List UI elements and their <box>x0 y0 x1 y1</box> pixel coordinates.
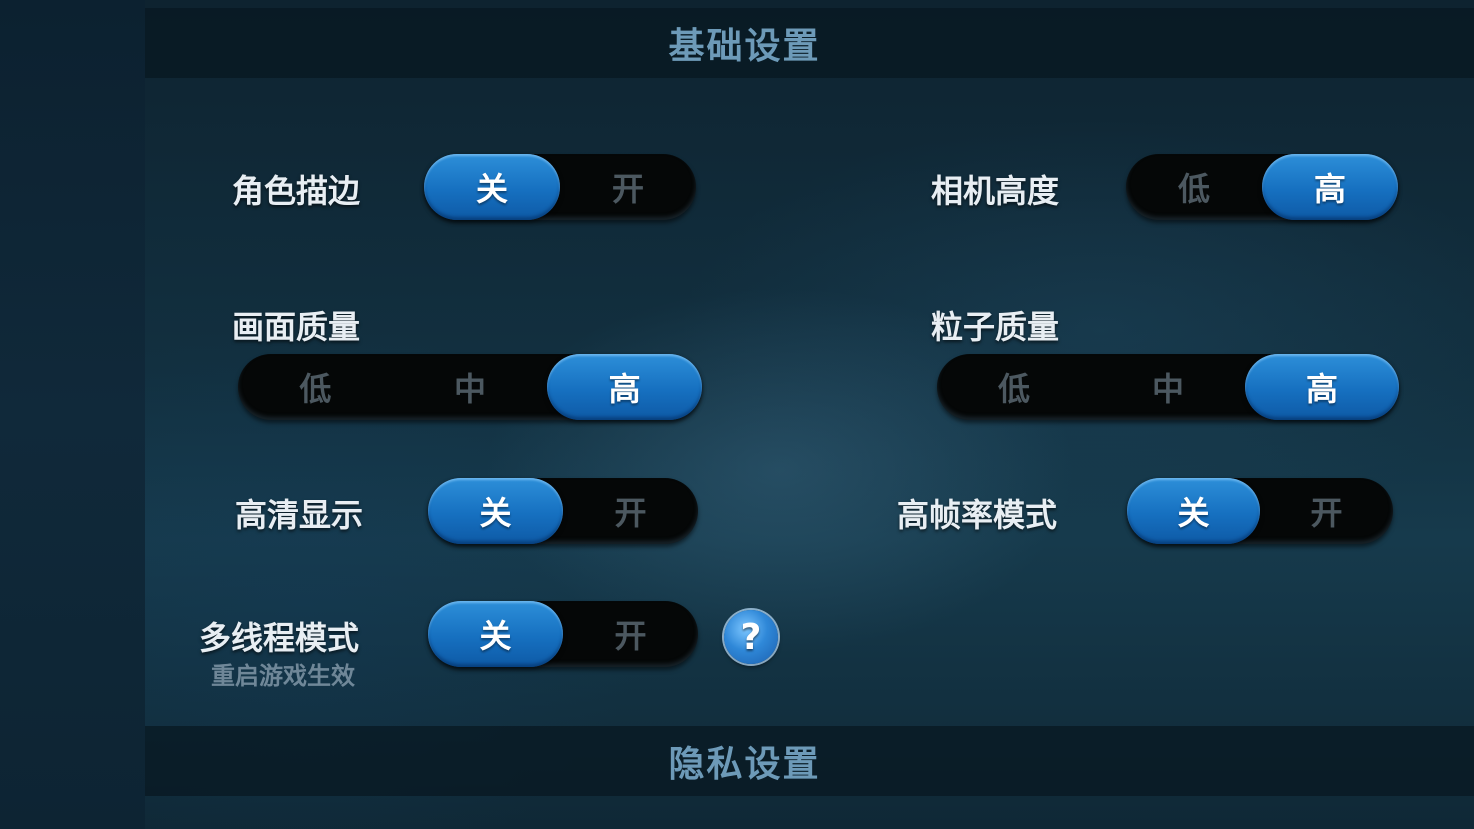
high-framerate-off-option[interactable]: 关 <box>1127 478 1260 544</box>
hd-display-toggle[interactable]: 关 开 <box>428 478 698 544</box>
graphics-quality-mid-option[interactable]: 中 <box>393 354 548 420</box>
multithread-toggle[interactable]: 关 开 <box>428 601 698 667</box>
graphics-quality-selector[interactable]: 低 中 高 <box>238 354 703 420</box>
outline-off-option[interactable]: 关 <box>424 154 560 220</box>
multithread-sublabel: 重启游戏生效 <box>211 662 355 690</box>
hd-display-off-option[interactable]: 关 <box>428 478 563 544</box>
outline-label: 角色描边 <box>232 172 361 210</box>
graphics-quality-low-option[interactable]: 低 <box>238 354 393 420</box>
multithread-on-option[interactable]: 开 <box>563 601 698 667</box>
basic-settings-header: 基础设置 <box>145 8 1474 78</box>
camera-height-label: 相机高度 <box>931 172 1060 210</box>
particle-quality-label: 粒子质量 <box>931 308 1060 346</box>
graphics-quality-label: 画面质量 <box>232 308 361 346</box>
high-framerate-label: 高帧率模式 <box>897 496 1058 534</box>
camera-height-low-option[interactable]: 低 <box>1126 154 1262 220</box>
graphics-quality-high-option[interactable]: 高 <box>547 354 703 420</box>
particle-quality-mid-option[interactable]: 中 <box>1091 354 1245 420</box>
outline-toggle[interactable]: 关 开 <box>424 154 696 220</box>
privacy-settings-header[interactable]: 隐私设置 <box>145 726 1474 796</box>
camera-height-toggle[interactable]: 低 高 <box>1126 154 1398 220</box>
high-framerate-toggle[interactable]: 关 开 <box>1127 478 1393 544</box>
left-panel-strip <box>0 0 145 829</box>
basic-settings-title: 基础设置 <box>668 26 821 67</box>
privacy-settings-title: 隐私设置 <box>668 744 821 785</box>
particle-quality-selector[interactable]: 低 中 高 <box>937 354 1399 420</box>
question-circle-icon[interactable]: ? <box>724 610 778 664</box>
particle-quality-low-option[interactable]: 低 <box>937 354 1091 420</box>
multithread-off-option[interactable]: 关 <box>428 601 563 667</box>
camera-height-high-option[interactable]: 高 <box>1262 154 1398 220</box>
outline-on-option[interactable]: 开 <box>560 154 696 220</box>
hd-display-on-option[interactable]: 开 <box>563 478 698 544</box>
hd-display-label: 高清显示 <box>235 496 364 534</box>
particle-quality-high-option[interactable]: 高 <box>1245 354 1399 420</box>
high-framerate-on-option[interactable]: 开 <box>1260 478 1393 544</box>
multithread-label: 多线程模式 <box>199 619 360 657</box>
